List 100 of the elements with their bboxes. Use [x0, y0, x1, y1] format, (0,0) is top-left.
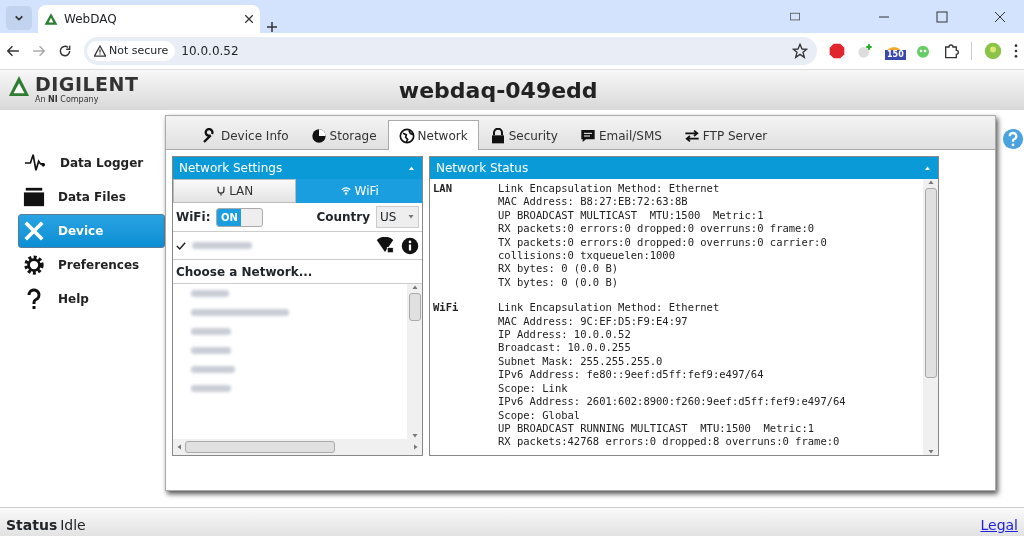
- sidebar-item[interactable]: Help: [18, 282, 165, 316]
- avatar-icon: [984, 42, 1002, 60]
- status-line: IPv6 Address: 2601:602:8900:f260:9eef:d5ff:fef9:e497/64: [498, 395, 846, 409]
- wifi-icon: [339, 186, 352, 196]
- status-label: Status: [6, 516, 58, 535]
- settings-tab[interactable]: Security: [478, 121, 569, 149]
- sidebar-item[interactable]: Data Files: [18, 180, 165, 214]
- forward-arrow-icon: [32, 44, 46, 58]
- pie-chart-icon: [310, 127, 327, 144]
- status-line: TX packets:0 errors:0 dropped:0 overruns:0 carrier:0: [498, 235, 827, 250]
- settings-tab[interactable]: Email/SMS: [568, 121, 673, 149]
- status-line: Scope: Link: [498, 381, 569, 396]
- address-bar[interactable]: Not secure 10.0.0.52: [84, 37, 817, 65]
- close-icon: [994, 10, 1006, 23]
- blurred-network-name: [191, 290, 229, 297]
- settings-tab[interactable]: Device Info: [191, 121, 300, 149]
- status-line: IPv6 Address: fe80::9eef:d5ff:fef9:e497/64: [498, 368, 765, 382]
- status-line: IP Address: 10.0.0.52: [498, 328, 632, 342]
- help-icon: [1002, 128, 1024, 150]
- status-line: RX packets:0 errors:0 dropped:0 overruns:0 frame:0: [498, 222, 816, 236]
- tab-title: WebDAQ: [64, 11, 118, 28]
- status-line: UP BROADCAST RUNNING MULTICAST MTU:1500 Metric:1: [498, 421, 816, 436]
- close-icon: [244, 14, 254, 24]
- settings-tab[interactable]: Storage: [299, 121, 388, 149]
- vertical-scrollbar[interactable]: [923, 179, 938, 455]
- back-arrow-icon: [6, 44, 20, 58]
- collapse-caret-icon: [923, 165, 932, 171]
- country-select[interactable]: US: [376, 206, 419, 228]
- settings-tab[interactable]: Network: [387, 120, 479, 150]
- blurred-network-name: [191, 366, 235, 373]
- scroll-right-icon: [413, 443, 419, 451]
- scrollbar-thumb[interactable]: [408, 293, 421, 321]
- robot-icon: [915, 43, 931, 59]
- scroll-down-icon: [926, 449, 935, 455]
- plug-icon: [216, 185, 227, 197]
- tab-list-button[interactable]: [6, 6, 32, 30]
- status-line: Subnet Mask: 255.255.255.0: [498, 354, 664, 369]
- status-line: TX bytes: 0 (0.0 B): [498, 275, 620, 290]
- pulse-icon: [22, 152, 48, 174]
- browser-tab[interactable]: WebDAQ: [38, 5, 260, 33]
- status-line: UP BROADCAST MULTICAST MTU:1500 Metric:1: [498, 208, 765, 223]
- tools-icon: [22, 220, 46, 242]
- status-line: collisions:0 txqueuelen:1000: [498, 249, 676, 263]
- blurred-network-name: [191, 347, 231, 354]
- stop-sign-icon: [829, 43, 845, 59]
- sidebar-item[interactable]: Preferences: [18, 248, 165, 282]
- folder-icon: [22, 186, 46, 208]
- status-line: MAC Address: 9C:EF:D5:F9:E4:97: [498, 314, 689, 329]
- status-value: Idle: [60, 516, 87, 535]
- status-line: RX bytes: 0 (0.0 B): [498, 262, 620, 276]
- scrollbar-thumb[interactable]: [185, 441, 335, 453]
- wifi-label: WiFi:: [176, 209, 211, 226]
- device-title: webdaq-049edd: [398, 77, 598, 103]
- mode-toggle[interactable]: LAN: [173, 179, 297, 203]
- webdaq-favicon-icon: [44, 12, 58, 26]
- scroll-up-icon: [410, 284, 419, 290]
- status-line: MAC Address: B8:27:EB:72:63:8B: [498, 195, 689, 209]
- reload-icon: [58, 44, 72, 58]
- logo-subtitle: An NI Company: [35, 93, 100, 106]
- gear-icon: [22, 254, 46, 276]
- panel-title: Network Settings: [179, 160, 283, 177]
- legal-link[interactable]: Legal: [980, 515, 1018, 536]
- blurred-network-name: [192, 242, 252, 249]
- chevron-down-icon: [14, 13, 24, 23]
- puzzle-plus-icon: [857, 43, 873, 59]
- window-icon: [788, 11, 802, 22]
- choose-network-heading: Choose a Network...: [176, 263, 313, 281]
- star-icon: [792, 43, 808, 59]
- lock-icon: [489, 127, 506, 144]
- info-icon: [401, 236, 419, 255]
- status-line: Broadcast: 10.0.0.255: [498, 341, 632, 355]
- new-tab-icon: [266, 21, 278, 33]
- vertical-scrollbar[interactable]: [407, 284, 422, 439]
- status-line: Link Encapsulation Method: Ethernet: [498, 301, 721, 315]
- more-menu-icon: [1014, 43, 1018, 59]
- panel-title: Network Status: [436, 160, 529, 177]
- url-text: 10.0.0.52: [181, 43, 240, 60]
- chat-icon: [579, 127, 596, 144]
- interface-name: LAN: [433, 182, 453, 196]
- status-line: Link Encapsulation Method: Ethernet: [498, 182, 721, 196]
- logo-text: DIGILENT: [35, 74, 139, 94]
- globe-icon: [398, 127, 415, 144]
- collapse-caret-icon: [407, 165, 416, 171]
- scroll-left-icon: [176, 443, 182, 451]
- blurred-network-name: [191, 385, 231, 392]
- puzzle-icon: [943, 43, 959, 59]
- extension-badge: 150: [885, 50, 906, 60]
- scrollbar-thumb[interactable]: [924, 188, 937, 378]
- horizontal-scrollbar[interactable]: [173, 439, 422, 455]
- interface-name: WiFi: [433, 301, 460, 316]
- maximize-icon: [936, 10, 948, 23]
- settings-tab[interactable]: FTP Server: [672, 121, 779, 149]
- digilent-logo-icon: [6, 74, 32, 97]
- sidebar-item[interactable]: Data Logger: [18, 146, 165, 180]
- exchange-arrows-icon: [683, 127, 700, 144]
- status-line: Scope: Global: [498, 408, 582, 422]
- dropdown-caret-icon: [407, 214, 415, 220]
- wifi-lock-icon: [375, 236, 395, 255]
- status-line: RX packets:42768 errors:0 dropped:8 overruns:0 frame:0: [498, 435, 841, 449]
- blurred-network-name: [191, 328, 231, 335]
